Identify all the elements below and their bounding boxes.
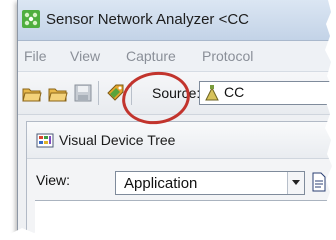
view-select[interactable]: Application — [115, 171, 305, 195]
save-disk-icon[interactable] — [73, 83, 93, 103]
menu-bar: File View Capture Protocol — [18, 41, 336, 72]
toolbar-separator — [98, 81, 99, 105]
open-folder-icon[interactable] — [48, 83, 68, 103]
menu-capture[interactable]: Capture — [126, 48, 176, 64]
source-select[interactable]: CC — [199, 81, 336, 105]
panel-header: Visual Device Tree — [27, 122, 336, 159]
device-icon — [205, 85, 219, 101]
title-bar: Sensor Network Analyzer <CC — [18, 0, 336, 41]
menu-view[interactable]: View — [70, 48, 100, 64]
screenshot: Sensor Network Analyzer <CC File View Ca… — [0, 0, 336, 240]
chevron-down-icon — [292, 180, 300, 185]
dropdown-button[interactable] — [287, 172, 304, 194]
menu-protocol[interactable]: Protocol — [202, 48, 253, 64]
view-select-value: Application — [124, 175, 198, 192]
window-title: Sensor Network Analyzer <CC — [46, 11, 249, 28]
open-folder-icon[interactable] — [22, 83, 42, 103]
view-label: View: — [36, 172, 70, 188]
torn-edge-bottom — [0, 226, 336, 240]
app-icon — [22, 10, 40, 28]
device-tree-icon — [36, 133, 54, 148]
app-window: Sensor Network Analyzer <CC File View Ca… — [17, 0, 336, 240]
menu-file[interactable]: File — [24, 48, 47, 64]
torn-edge-right — [325, 0, 336, 240]
panel-title: Visual Device Tree — [59, 132, 176, 148]
source-value: CC — [224, 84, 245, 100]
